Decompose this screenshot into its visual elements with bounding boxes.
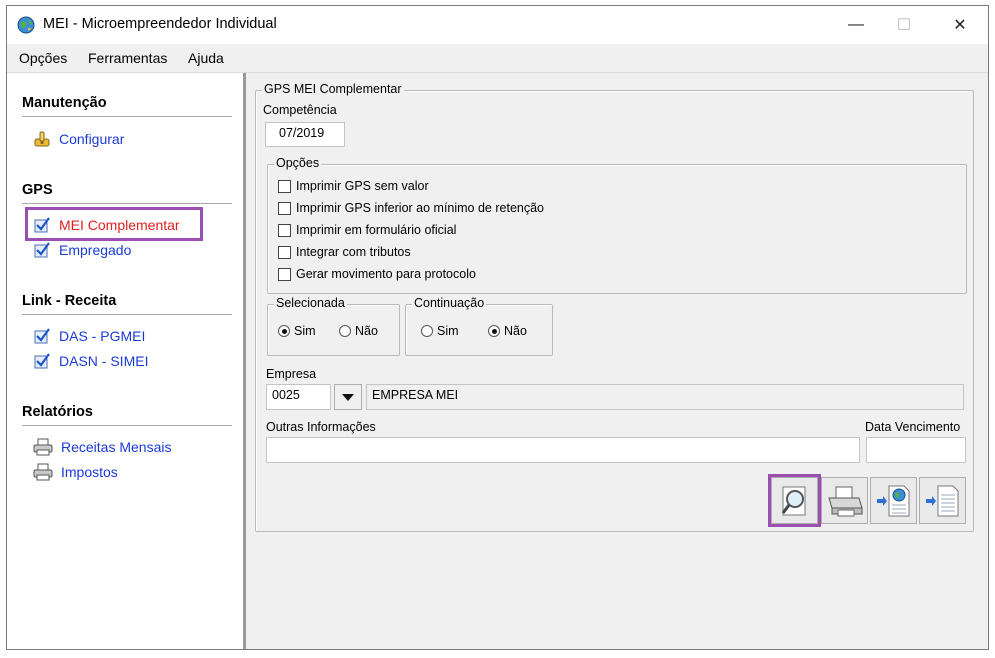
option-label: Integrar com tributos [296,245,411,259]
data-vencimento-field[interactable] [866,437,966,463]
sidebar-item-label: Configurar [59,131,125,147]
sidebar-item-impostos[interactable]: Impostos [33,463,118,481]
document-icon [925,485,958,516]
option-label: Imprimir GPS inferior ao mínimo de reten… [296,201,545,215]
sidebar-item-receitas-mensais[interactable]: Receitas Mensais [33,438,172,456]
selecionada-nao-radio[interactable]: Não [339,324,378,338]
close-icon: ✕ [953,17,967,34]
sidebar-item-configurar[interactable]: Configurar [33,130,124,148]
minimize-icon: — [848,16,864,33]
menu-ajuda[interactable]: Ajuda [188,50,224,66]
continuacao-sim-radio[interactable]: Sim [421,324,459,338]
export-web-button[interactable] [870,477,917,524]
chevron-down-icon [342,393,354,401]
option-imprimir-inferior[interactable]: Imprimir GPS inferior ao mínimo de reten… [278,201,544,215]
continuacao-title: Continuação [412,296,487,310]
section-divider [22,116,232,118]
selecionada-sim-radio[interactable]: Sim [278,324,316,338]
group-title: GPS MEI Complementar [262,82,404,96]
empresa-name-field: EMPRESA MEI [366,384,964,410]
section-divider [22,314,232,316]
section-title-relatorios: Relatórios [22,404,93,420]
opcoes-title: Opções [274,156,322,170]
checkbox[interactable] [278,179,291,193]
selecionada-title: Selecionada [274,296,347,310]
content-panel: GPS MEI Complementar Competência 07/2019… [249,73,988,649]
section-title-gps: GPS [22,182,53,198]
sidebar-item-label: Receitas Mensais [61,439,172,455]
option-gerar-movimento[interactable]: Gerar movimento para protocolo [278,267,476,281]
checkbox[interactable] [278,267,291,281]
sidebar-item-label: Impostos [61,464,118,480]
continuacao-nao-radio[interactable]: Não [488,324,527,338]
sidebar-item-das-pgmei[interactable]: DAS - PGMEI [33,327,145,345]
selection-highlight [25,207,203,241]
continuacao-group: Continuação Sim Não [405,296,553,356]
globe-document-icon [876,485,909,516]
empresa-dropdown-button[interactable] [334,384,362,410]
radio-label: Não [355,324,378,338]
checkbox[interactable] [278,223,291,237]
selecionada-group: Selecionada Sim Não [267,296,400,356]
sidebar-item-label: Empregado [59,242,132,258]
title-bar: MEI - Microempreendedor Individual — ☐ ✕ [7,6,988,44]
checkbox[interactable] [278,201,291,215]
sidebar-item-label: DAS - PGMEI [59,328,146,344]
option-label: Imprimir em formulário oficial [296,223,457,237]
competencia-value: 07/2019 [279,126,325,140]
print-button[interactable] [821,477,868,524]
printer-icon [33,463,53,481]
close-button[interactable]: ✕ [937,6,983,44]
radio-label: Sim [437,324,459,338]
empresa-name-value: EMPRESA MEI [372,388,459,402]
empresa-label: Empresa [266,367,317,381]
check-doc-icon [34,353,50,369]
section-divider [22,203,232,205]
option-formulario-oficial[interactable]: Imprimir em formulário oficial [278,223,456,237]
checkbox[interactable] [278,245,291,259]
printer-icon [33,438,53,456]
competencia-field[interactable]: 07/2019 [265,122,345,147]
radio-label: Não [504,324,527,338]
sidebar: Manutenção Configurar GPS MEI Complement… [7,73,246,649]
sidebar-item-label: DASN - SIMEI [59,353,149,369]
outras-informacoes-field[interactable] [266,437,860,463]
outras-informacoes-label: Outras Informações [266,420,376,434]
maximize-icon: ☐ [896,17,912,34]
check-doc-icon [34,328,50,344]
data-vencimento-label: Data Vencimento [865,420,961,434]
menu-ferramentas[interactable]: Ferramentas [88,50,167,66]
competencia-label: Competência [263,103,337,117]
export-file-button[interactable] [919,477,966,524]
wrench-icon [34,131,50,147]
option-label: Gerar movimento para protocolo [296,267,476,281]
sidebar-item-dasn-simei[interactable]: DASN - SIMEI [33,352,148,370]
section-title-link-receita: Link - Receita [22,293,117,309]
window-title: MEI - Microempreendedor Individual [43,16,277,32]
section-divider [22,425,232,427]
preview-button-highlight [768,474,821,527]
section-title-manutencao: Manutenção [22,95,107,111]
radio-label: Sim [294,324,316,338]
check-doc-icon [34,242,50,258]
option-integrar-tributos[interactable]: Integrar com tributos [278,245,411,259]
menu-opcoes[interactable]: Opções [19,50,67,66]
menu-bar: Opções Ferramentas Ajuda [7,44,988,73]
maximize-button[interactable]: ☐ [881,6,927,44]
app-globe-icon [17,16,35,34]
empresa-code-value: 0025 [272,388,300,402]
minimize-button[interactable]: — [833,6,879,44]
sidebar-item-empregado[interactable]: Empregado [33,241,131,259]
opcoes-group: Opções Imprimir GPS sem valor Imprimir G… [267,156,967,294]
option-label: Imprimir GPS sem valor [296,179,429,193]
empresa-code-field[interactable]: 0025 [266,384,331,410]
option-imprimir-sem-valor[interactable]: Imprimir GPS sem valor [278,179,429,193]
printer-icon [827,486,863,516]
gps-mei-complementar-group: GPS MEI Complementar Competência 07/2019… [255,82,974,532]
app-window: MEI - Microempreendedor Individual — ☐ ✕… [6,5,989,650]
